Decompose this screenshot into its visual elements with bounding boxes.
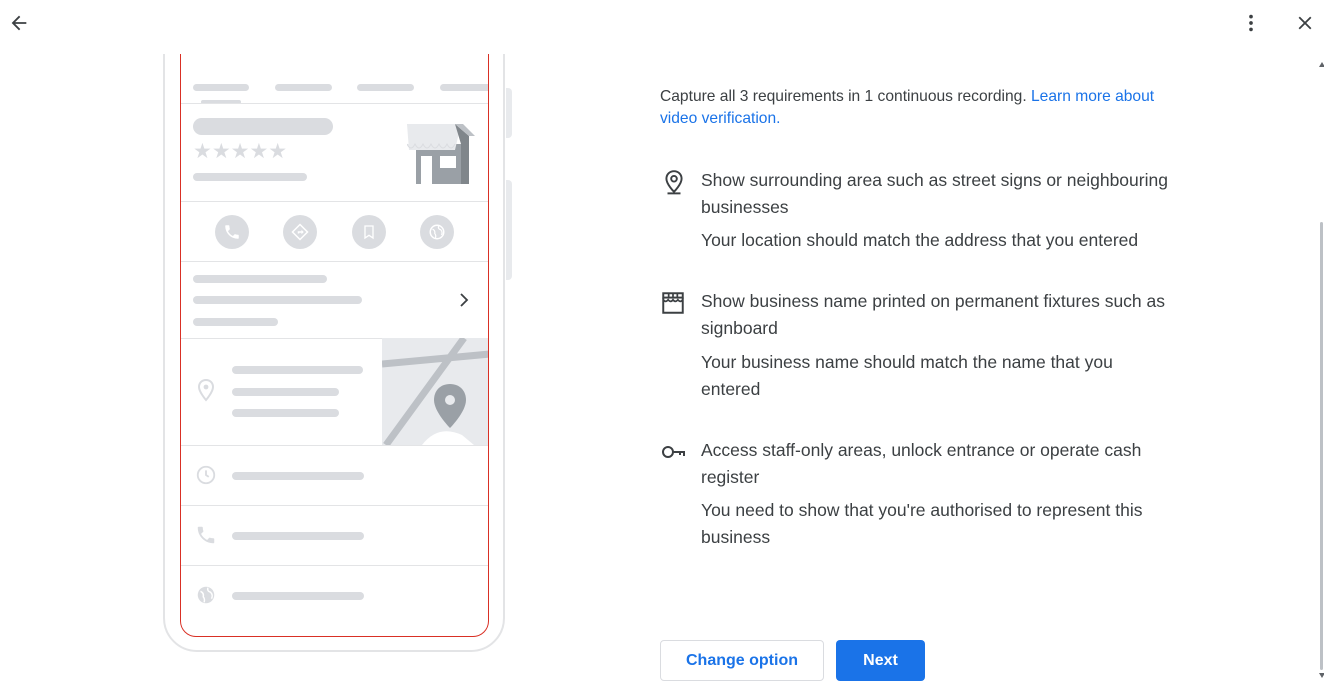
close-icon	[1298, 16, 1312, 30]
divider	[181, 565, 488, 566]
scroll-up-arrow-icon[interactable]	[1319, 62, 1324, 67]
rating-stars: ★★★★★	[193, 140, 288, 163]
phone-side-button	[506, 180, 512, 280]
chip-placeholder	[193, 84, 249, 91]
website-icon	[429, 224, 445, 240]
clock-icon	[196, 465, 216, 485]
call-action-placeholder	[215, 215, 249, 249]
map-thumbnail	[382, 338, 488, 445]
top-bar	[0, 0, 1324, 54]
directions-action-placeholder	[283, 215, 317, 249]
arrow-back-icon	[11, 15, 27, 31]
text-placeholder	[193, 275, 327, 283]
save-action-placeholder	[352, 215, 386, 249]
address-placeholder	[232, 409, 339, 417]
requirement-description: Your business name should match the name…	[701, 352, 1113, 399]
address-placeholder	[232, 366, 363, 374]
globe-icon	[197, 586, 215, 604]
next-button[interactable]: Next	[836, 640, 925, 681]
divider	[181, 103, 488, 104]
phone-number-placeholder	[232, 532, 364, 540]
intro-text: Capture all 3 requirements in 1 continuo…	[660, 86, 1160, 130]
back-button[interactable]	[1, 5, 37, 41]
divider	[181, 505, 488, 506]
more-vert-icon	[1249, 14, 1253, 32]
phone-illustration: ★★★★★	[0, 0, 660, 690]
chip-placeholder	[357, 84, 414, 91]
directions-icon	[291, 223, 309, 241]
phone-icon	[225, 225, 239, 239]
change-option-button[interactable]: Change option	[660, 640, 824, 681]
text-placeholder	[193, 318, 278, 326]
storefront-icon	[662, 292, 684, 314]
bookmark-icon	[364, 225, 374, 240]
category-placeholder	[193, 173, 307, 181]
phone-screen: ★★★★★	[180, 0, 489, 637]
chip-placeholder	[440, 84, 488, 91]
chevron-right-icon	[460, 293, 469, 307]
requirement-title: Show business name printed on permanent …	[701, 291, 1166, 338]
divider	[181, 445, 488, 446]
divider	[181, 261, 488, 262]
key-icon	[662, 446, 685, 458]
more-options-button[interactable]	[1233, 5, 1269, 41]
website-placeholder	[232, 592, 364, 600]
divider	[181, 201, 488, 202]
intro-message: Capture all 3 requirements in 1 continuo…	[660, 88, 1031, 105]
website-action-placeholder	[420, 215, 454, 249]
location-pin-icon	[665, 170, 683, 195]
requirement-description: Your location should match the address t…	[701, 230, 1139, 250]
requirement-title: Access staff-only areas, unlock entrance…	[701, 440, 1142, 487]
scroll-down-arrow-icon[interactable]	[1319, 673, 1324, 678]
location-pin-icon	[197, 378, 215, 402]
scroll-thumb[interactable]	[1320, 222, 1323, 670]
chip-placeholder	[275, 84, 332, 91]
hours-placeholder	[232, 472, 364, 480]
scrollbar[interactable]	[1318, 54, 1324, 690]
requirement-title: Show surrounding area such as street sig…	[701, 170, 1168, 217]
phone-icon	[197, 526, 215, 544]
storefront-icon	[407, 124, 475, 184]
business-name-placeholder	[193, 118, 333, 135]
close-button[interactable]	[1287, 5, 1323, 41]
requirement-description: You need to show that you're authorised …	[701, 500, 1143, 547]
phone-side-button	[506, 88, 512, 138]
text-placeholder	[193, 296, 362, 304]
address-placeholder	[232, 388, 339, 396]
